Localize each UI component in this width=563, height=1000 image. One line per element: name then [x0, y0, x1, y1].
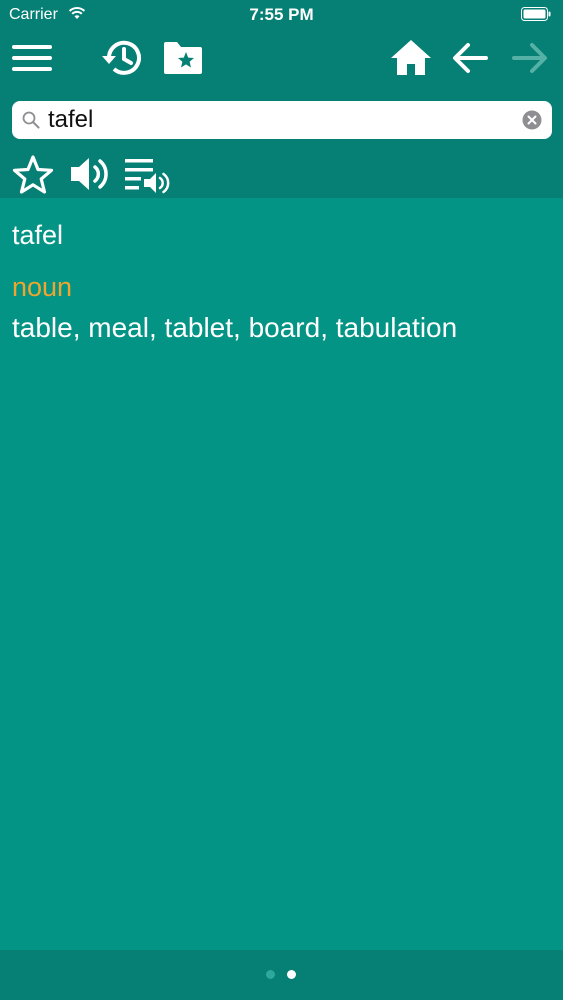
translation-text: table, meal, tablet, board, tabulation: [12, 312, 458, 343]
menu-icon[interactable]: [12, 44, 52, 72]
forward-arrow-icon[interactable]: [512, 42, 548, 74]
home-icon[interactable]: [390, 38, 432, 76]
page-indicator-dot-2[interactable]: [287, 970, 296, 979]
speaker-icon[interactable]: [68, 154, 112, 194]
entry-content: tafel noun table, meal, tablet, board, t…: [0, 198, 563, 950]
favorites-folder-icon[interactable]: [162, 40, 204, 76]
star-icon[interactable]: [12, 154, 54, 194]
status-bar: Carrier 7:55 PM: [0, 0, 563, 30]
search-field[interactable]: [12, 101, 552, 139]
bottom-bar: [0, 950, 563, 1000]
history-icon[interactable]: [100, 38, 144, 78]
clock: 7:55 PM: [249, 5, 314, 24]
part-of-speech: noun: [12, 272, 73, 302]
back-arrow-icon[interactable]: [452, 42, 488, 74]
page-indicator-dot-1[interactable]: [266, 970, 275, 979]
battery-icon: [521, 7, 551, 21]
search-input[interactable]: [48, 103, 518, 137]
search-icon: [22, 111, 40, 129]
top-toolbar: [0, 30, 563, 198]
playlist-audio-icon[interactable]: [124, 156, 170, 194]
clear-search-icon[interactable]: [522, 110, 542, 130]
headword: tafel: [12, 220, 64, 250]
